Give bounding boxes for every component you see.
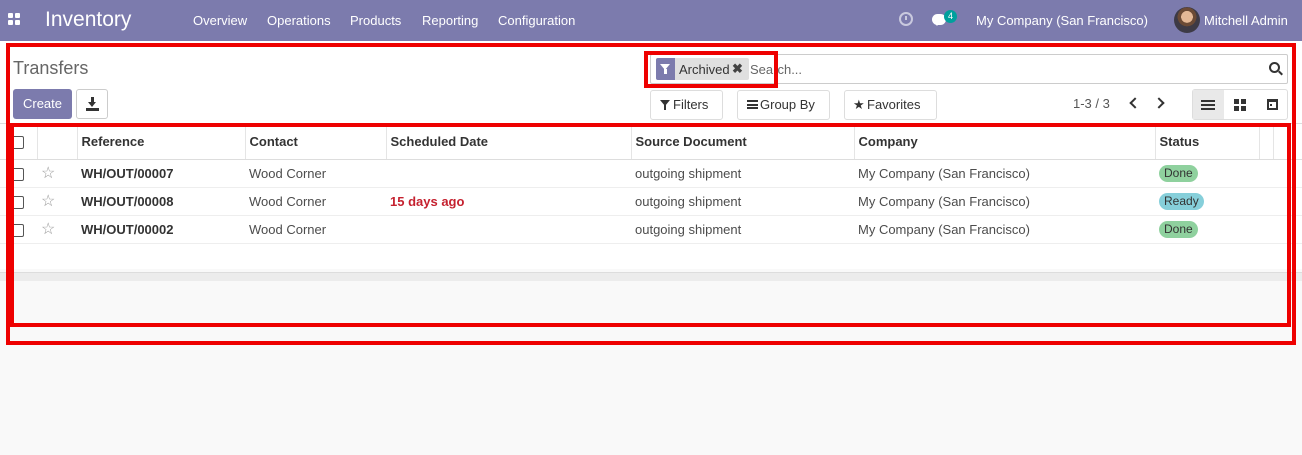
contact-cell: Wood Corner xyxy=(245,159,386,188)
filters-label: Filters xyxy=(673,97,709,112)
filters-button[interactable]: Filters xyxy=(650,90,723,120)
table-row[interactable]: ☆ WH/OUT/00008 Wood Corner 15 days ago o… xyxy=(0,187,1302,216)
filter-icon xyxy=(660,100,670,110)
app-title[interactable]: Inventory xyxy=(45,8,131,32)
priority-star-icon[interactable]: ☆ xyxy=(41,221,55,238)
company-cell: My Company (San Francisco) xyxy=(854,215,1155,244)
table-header: Reference Contact Scheduled Date Source … xyxy=(0,124,1302,160)
row-checkbox[interactable] xyxy=(11,195,24,209)
activity-clock-icon[interactable] xyxy=(899,12,913,26)
create-button[interactable]: Create xyxy=(13,89,72,119)
kanban-view-button[interactable] xyxy=(1225,90,1256,119)
top-navbar: Inventory Overview Operations Products R… xyxy=(0,0,1302,41)
page-title: Transfers xyxy=(13,58,89,78)
facet-label: Archived xyxy=(679,62,730,77)
source-document-cell: outgoing shipment xyxy=(631,215,854,244)
scheduled-date-cell: 15 days ago xyxy=(386,187,631,216)
status-badge: Ready xyxy=(1159,192,1204,210)
favorites-button[interactable]: ★ Favorites xyxy=(844,90,937,120)
company-cell: My Company (San Francisco) xyxy=(854,159,1155,188)
source-document-cell: outgoing shipment xyxy=(631,187,854,216)
column-company[interactable]: Company xyxy=(854,124,1156,160)
transfers-list: Reference Contact Scheduled Date Source … xyxy=(0,124,1302,269)
search-icon[interactable] xyxy=(1269,62,1280,73)
column-scheduled-date[interactable]: Scheduled Date xyxy=(386,124,632,160)
reference-cell: WH/OUT/00007 xyxy=(77,159,245,188)
horizontal-scrollbar[interactable] xyxy=(0,272,1302,281)
empty-row xyxy=(0,243,1302,269)
row-checkbox[interactable] xyxy=(11,167,24,181)
filter-icon xyxy=(656,58,675,80)
column-reference[interactable]: Reference xyxy=(77,124,246,160)
column-source-document[interactable]: Source Document xyxy=(631,124,855,160)
column-contact[interactable]: Contact xyxy=(245,124,387,160)
messages-count-badge: 4 xyxy=(944,10,958,23)
column-status[interactable]: Status xyxy=(1155,124,1260,160)
scheduled-date-cell xyxy=(386,215,631,244)
calendar-view-button[interactable] xyxy=(1257,90,1288,119)
bars-icon xyxy=(747,100,758,109)
pager-value[interactable]: 1-3 / 3 xyxy=(1073,96,1110,111)
menu-configuration[interactable]: Configuration xyxy=(498,13,575,28)
search-bar: Archived ✖ xyxy=(650,54,1288,84)
reference-cell: WH/OUT/00002 xyxy=(77,215,245,244)
group-by-label: Group By xyxy=(760,97,815,112)
company-cell: My Company (San Francisco) xyxy=(854,187,1155,216)
scheduled-date-cell xyxy=(386,159,631,188)
pager-previous-icon[interactable] xyxy=(1129,97,1141,109)
favorites-label: Favorites xyxy=(867,97,921,112)
search-input[interactable] xyxy=(750,59,1250,80)
table-row[interactable]: ☆ WH/OUT/00007 Wood Corner outgoing ship… xyxy=(0,159,1302,188)
facet-remove-icon[interactable]: ✖ xyxy=(732,61,743,77)
priority-star-icon[interactable]: ☆ xyxy=(41,193,55,210)
status-badge: Done xyxy=(1159,164,1198,182)
list-view-button[interactable] xyxy=(1193,90,1224,119)
table-row[interactable]: ☆ WH/OUT/00002 Wood Corner outgoing ship… xyxy=(0,215,1302,244)
download-button[interactable] xyxy=(76,89,108,119)
company-switcher[interactable]: My Company (San Francisco) xyxy=(976,13,1148,28)
apps-menu-icon[interactable] xyxy=(8,13,21,26)
user-menu[interactable]: Mitchell Admin xyxy=(1204,13,1288,28)
contact-cell: Wood Corner xyxy=(245,187,386,216)
menu-overview[interactable]: Overview xyxy=(193,13,247,28)
select-all-checkbox[interactable] xyxy=(11,135,24,149)
calendar-icon xyxy=(1267,99,1278,110)
view-switcher xyxy=(1192,89,1288,120)
priority-star-icon[interactable]: ☆ xyxy=(41,165,55,182)
control-panel: Transfers Create Archived ✖ Filters Grou… xyxy=(0,41,1302,124)
menu-products[interactable]: Products xyxy=(350,13,401,28)
source-document-cell: outgoing shipment xyxy=(631,159,854,188)
menu-reporting[interactable]: Reporting xyxy=(422,13,478,28)
star-icon: ★ xyxy=(853,97,865,112)
contact-cell: Wood Corner xyxy=(245,215,386,244)
group-by-button[interactable]: Group By xyxy=(737,90,830,120)
menu-operations[interactable]: Operations xyxy=(267,13,331,28)
reference-cell: WH/OUT/00008 xyxy=(77,187,245,216)
user-avatar[interactable] xyxy=(1174,7,1200,33)
search-facet-archived: Archived ✖ xyxy=(656,58,749,80)
pager-next-icon[interactable] xyxy=(1153,97,1165,109)
row-checkbox[interactable] xyxy=(11,223,24,237)
status-badge: Done xyxy=(1159,220,1198,238)
